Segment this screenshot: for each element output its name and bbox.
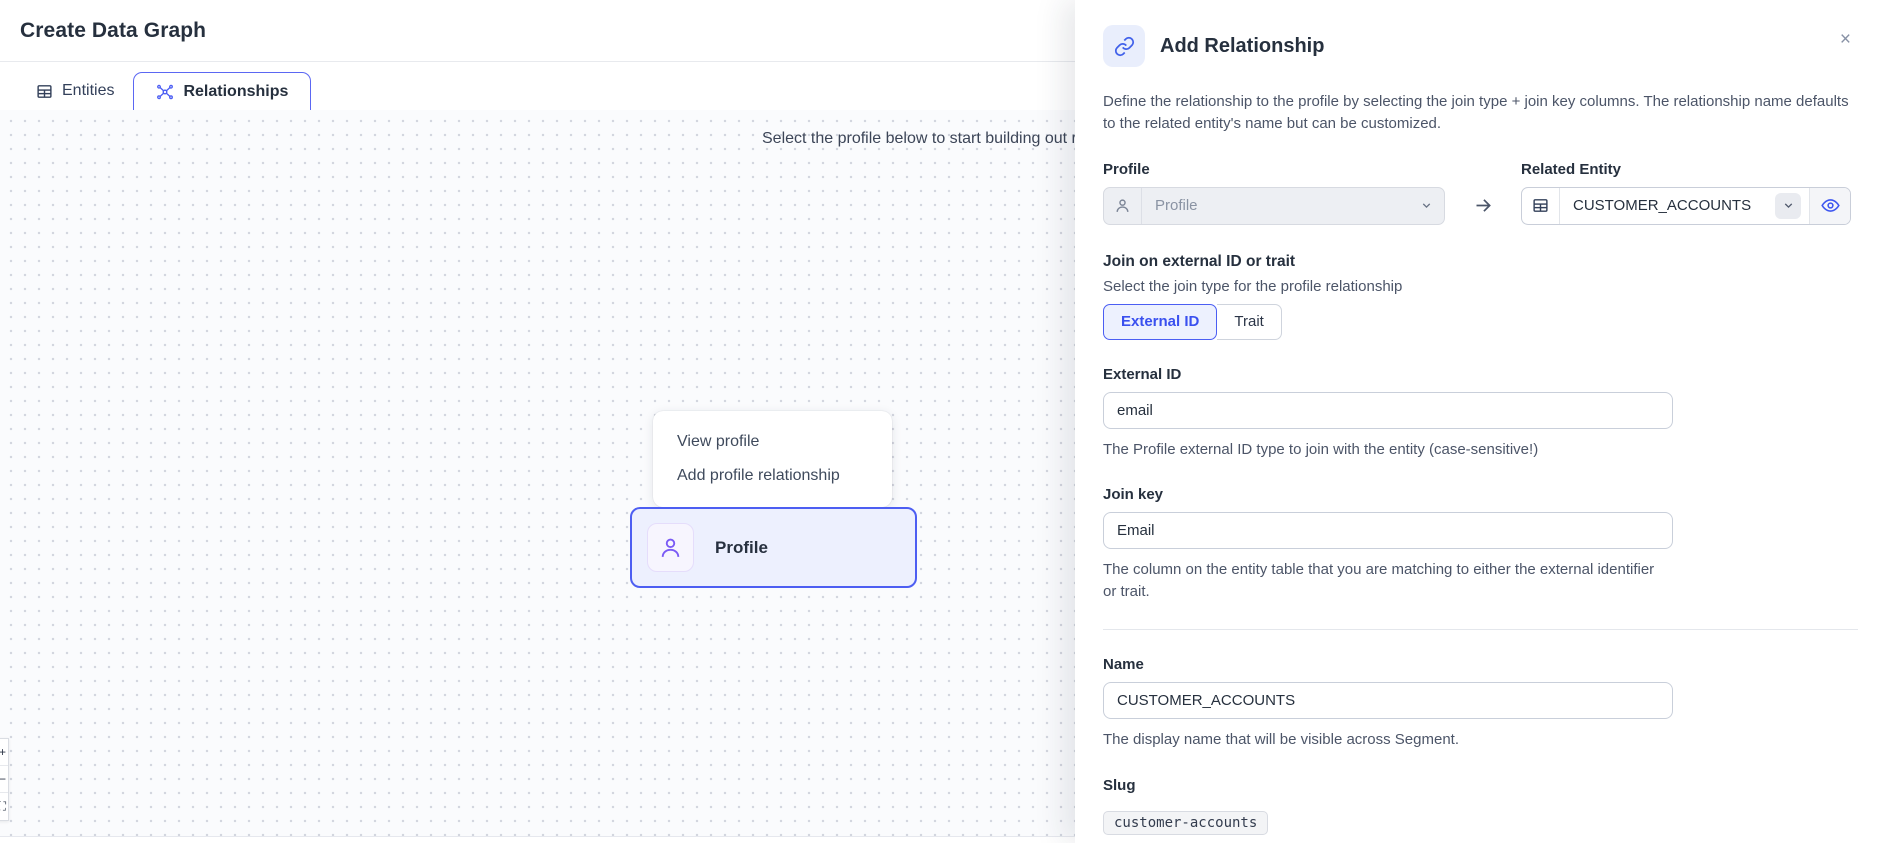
table-icon [36,83,53,100]
join-type-toggle-group: External ID Trait [1103,304,1282,340]
add-relationship-panel: × Add Relationship Define the relationsh… [1075,0,1877,843]
preview-entity-button[interactable] [1809,188,1850,224]
join-key-field: Join key The column on the entity table … [1103,486,1857,603]
toggle-trait[interactable]: Trait [1217,304,1281,340]
profile-node[interactable]: Profile [630,507,917,588]
join-type-heading: Join on external ID or trait [1103,253,1857,271]
slug-value: customer-accounts [1103,811,1268,835]
related-entity-field: Related Entity CUSTOMER_ACCOUNTS [1521,161,1851,225]
join-key-helper: The column on the entity table that you … [1103,559,1668,603]
zoom-out-icon[interactable]: − [0,766,8,793]
table-icon [1522,188,1560,224]
chevron-down-icon [1775,193,1801,219]
join-type-subheading: Select the join type for the profile rel… [1103,278,1857,295]
fit-view-icon[interactable]: ⛶ [0,793,8,820]
close-icon[interactable]: × [1840,30,1851,49]
tab-relationships-label: Relationships [183,83,288,101]
person-icon [1104,188,1142,224]
node-context-menu: View profile Add profile relationship [653,411,892,507]
person-icon [647,523,694,572]
profile-select-value: Profile [1142,197,1420,214]
panel-title: Add Relationship [1160,35,1324,58]
name-label: Name [1103,656,1857,673]
external-id-helper: The Profile external ID type to join wit… [1103,439,1668,461]
tab-entities[interactable]: Entities [17,72,133,110]
menu-item-view-profile[interactable]: View profile [653,425,892,459]
related-entity-select[interactable]: CUSTOMER_ACCOUNTS [1521,187,1851,225]
name-helper: The display name that will be visible ac… [1103,729,1668,751]
profile-entity-row: Profile Profile Relat [1103,161,1857,225]
profile-select-label: Profile [1103,161,1445,178]
flow-controls: + − ⛶ [0,738,9,821]
profile-node-label: Profile [715,538,768,558]
graph-icon [156,83,174,101]
join-key-input[interactable] [1103,512,1673,549]
related-entity-label: Related Entity [1521,161,1851,178]
panel-header: Add Relationship [1103,25,1857,67]
related-entity-value: CUSTOMER_ACCOUNTS [1560,197,1775,214]
chevron-down-icon [1420,199,1433,212]
toggle-external-id[interactable]: External ID [1103,304,1217,340]
name-input[interactable] [1103,682,1673,719]
panel-description: Define the relationship to the profile b… [1103,91,1857,135]
arrow-right-icon [1445,187,1521,225]
link-icon [1103,25,1145,67]
tab-relationships[interactable]: Relationships [133,72,311,110]
menu-item-add-profile-relationship[interactable]: Add profile relationship [653,459,892,493]
slug-field: Slug customer-accounts Used to reference… [1103,777,1857,843]
external-id-label: External ID [1103,366,1857,383]
external-id-input[interactable] [1103,392,1673,429]
section-divider [1103,629,1858,630]
external-id-field: External ID The Profile external ID type… [1103,366,1857,461]
name-field: Name The display name that will be visib… [1103,656,1857,751]
slug-label: Slug [1103,777,1857,794]
tab-entities-label: Entities [62,82,114,100]
zoom-in-icon[interactable]: + [0,739,8,766]
page-title: Create Data Graph [20,19,206,43]
profile-select[interactable]: Profile [1103,187,1445,225]
join-key-label: Join key [1103,486,1857,503]
profile-select-field: Profile Profile [1103,161,1445,225]
eye-icon [1821,196,1840,215]
